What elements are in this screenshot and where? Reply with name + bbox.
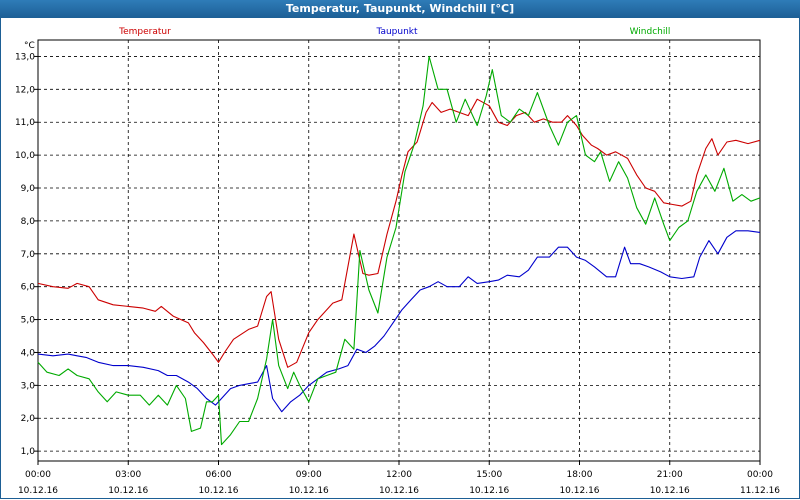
y-tick-label: 11,0	[15, 118, 35, 128]
x-tick-date: 10.12.16	[18, 486, 58, 496]
y-tick-label: 8,0	[21, 217, 36, 227]
x-tick-time: 06:00	[206, 470, 232, 480]
legend-windchill: Windchill	[630, 27, 671, 37]
x-tick-time: 09:00	[296, 470, 322, 480]
y-tick-label: 12,0	[15, 85, 35, 95]
y-tick-label: 6,0	[21, 283, 36, 293]
y-tick-label: 2,0	[21, 414, 36, 424]
x-tick-date: 10.12.16	[379, 486, 419, 496]
x-tick-date: 10.12.16	[469, 486, 509, 496]
y-tick-label: 10,0	[15, 151, 35, 161]
x-tick-date: 10.12.16	[559, 486, 599, 496]
x-tick-time: 18:00	[567, 470, 593, 480]
chart-window: Temperatur, Taupunkt, Windchill [°C] 1,0…	[0, 0, 800, 500]
legend-taupunkt: Taupunkt	[375, 27, 418, 37]
x-tick-date: 10.12.16	[289, 486, 329, 496]
x-tick-date: 10.12.16	[108, 486, 148, 496]
x-tick-time: 00:00	[25, 470, 51, 480]
x-tick-time: 03:00	[115, 470, 141, 480]
y-tick-label: 1,0	[21, 447, 36, 457]
y-tick-label: 3,0	[21, 381, 36, 391]
x-tick-date: 10.12.16	[198, 486, 238, 496]
x-tick-time: 15:00	[476, 470, 502, 480]
legend-temperatur: Temperatur	[118, 27, 171, 37]
y-axis-label: °C	[24, 41, 35, 51]
x-tick-date: 10.12.16	[650, 486, 690, 496]
x-tick-time: 21:00	[657, 470, 683, 480]
y-tick-label: 5,0	[21, 316, 36, 326]
x-tick-date: 11.12.16	[740, 486, 780, 496]
x-tick-time: 12:00	[386, 470, 412, 480]
y-tick-label: 4,0	[21, 348, 36, 358]
line-chart: 1,0 2,0 3,0 4,0 5,0 6,0 7,0 8,0 9,0 10,0 11,0 12,0 1…	[15, 27, 780, 496]
y-tick-label: 13,0	[15, 52, 35, 62]
x-tick-time: 00:00	[747, 470, 773, 480]
y-tick-label: 9,0	[21, 184, 36, 194]
y-tick-label: 7,0	[21, 250, 36, 260]
